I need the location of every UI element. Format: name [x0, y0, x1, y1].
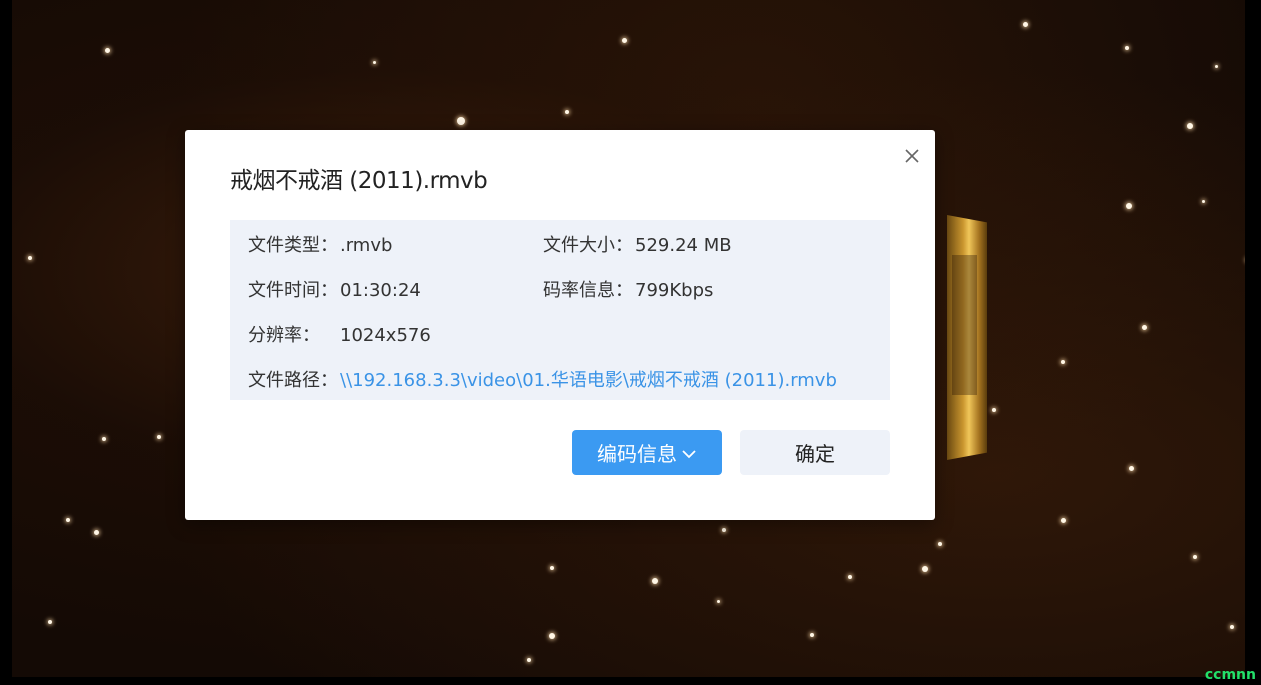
- star: [622, 38, 627, 43]
- star: [1202, 200, 1205, 203]
- file-info-dialog: 戒烟不戒酒 (2011).rmvb 文件类型： .rmvb 文件大小： 529.24…: [185, 130, 935, 520]
- star: [1126, 203, 1132, 209]
- bitrate-label: 码率信息：: [543, 280, 633, 301]
- file-type-row: 文件类型： .rmvb: [248, 231, 392, 257]
- file-path-row: 文件路径： \\192.168.3.3\video\01.华语电影\戒烟不戒酒 (…: [248, 366, 837, 392]
- star: [549, 633, 555, 639]
- star: [1142, 325, 1147, 330]
- star: [1230, 625, 1234, 629]
- star: [1061, 518, 1066, 523]
- star: [652, 578, 658, 584]
- file-size-value: 529.24 MB: [635, 235, 732, 256]
- confirm-label: 确定: [795, 442, 835, 466]
- star: [1023, 22, 1028, 27]
- encode-info-button[interactable]: 编码信息: [572, 430, 722, 475]
- watermark: ccmnn: [1204, 667, 1256, 683]
- star: [1061, 360, 1065, 364]
- file-path-label: 文件路径：: [248, 370, 338, 391]
- file-size-label: 文件大小：: [543, 235, 633, 256]
- star: [938, 542, 942, 546]
- dialog-title: 戒烟不戒酒 (2011).rmvb: [230, 168, 488, 194]
- star: [373, 61, 376, 64]
- star: [550, 566, 554, 570]
- star: [94, 530, 99, 535]
- star: [922, 566, 928, 572]
- star: [102, 437, 106, 441]
- star: [105, 48, 110, 53]
- star: [848, 575, 852, 579]
- encode-info-label: 编码信息: [597, 442, 677, 466]
- star: [1193, 555, 1197, 559]
- star: [66, 518, 70, 522]
- star: [157, 435, 161, 439]
- title-character-graphic: [947, 215, 987, 460]
- star: [28, 256, 32, 260]
- star: [565, 110, 569, 114]
- star: [722, 528, 726, 532]
- star: [992, 408, 996, 412]
- star: [457, 117, 465, 125]
- chevron-down-icon: [681, 441, 697, 465]
- star: [717, 600, 720, 603]
- star: [810, 633, 814, 637]
- file-type-value: .rmvb: [340, 235, 393, 256]
- file-time-value: 01:30:24: [340, 280, 421, 301]
- resolution-label: 分辨率：: [248, 325, 320, 346]
- star: [48, 620, 52, 624]
- file-time-row: 文件时间： 01:30:24: [248, 276, 421, 302]
- file-time-label: 文件时间：: [248, 280, 338, 301]
- resolution-value: 1024x576: [340, 325, 431, 346]
- star: [527, 658, 531, 662]
- file-type-label: 文件类型：: [248, 235, 338, 256]
- close-button[interactable]: [900, 144, 924, 168]
- bitrate-value: 799Kbps: [635, 280, 714, 301]
- star: [1129, 466, 1134, 471]
- star: [1215, 65, 1218, 68]
- file-info-panel: 文件类型： .rmvb 文件大小： 529.24 MB 文件时间： 01:30:24 …: [230, 220, 890, 400]
- resolution-row: 分辨率： 1024x576: [248, 321, 431, 347]
- bitrate-row: 码率信息： 799Kbps: [543, 276, 713, 302]
- confirm-button[interactable]: 确定: [740, 430, 890, 475]
- star: [1125, 46, 1129, 50]
- close-icon: [905, 149, 919, 163]
- file-path-link[interactable]: \\192.168.3.3\video\01.华语电影\戒烟不戒酒 (2011)…: [340, 370, 837, 391]
- file-size-row: 文件大小： 529.24 MB: [543, 231, 732, 257]
- star: [1187, 123, 1193, 129]
